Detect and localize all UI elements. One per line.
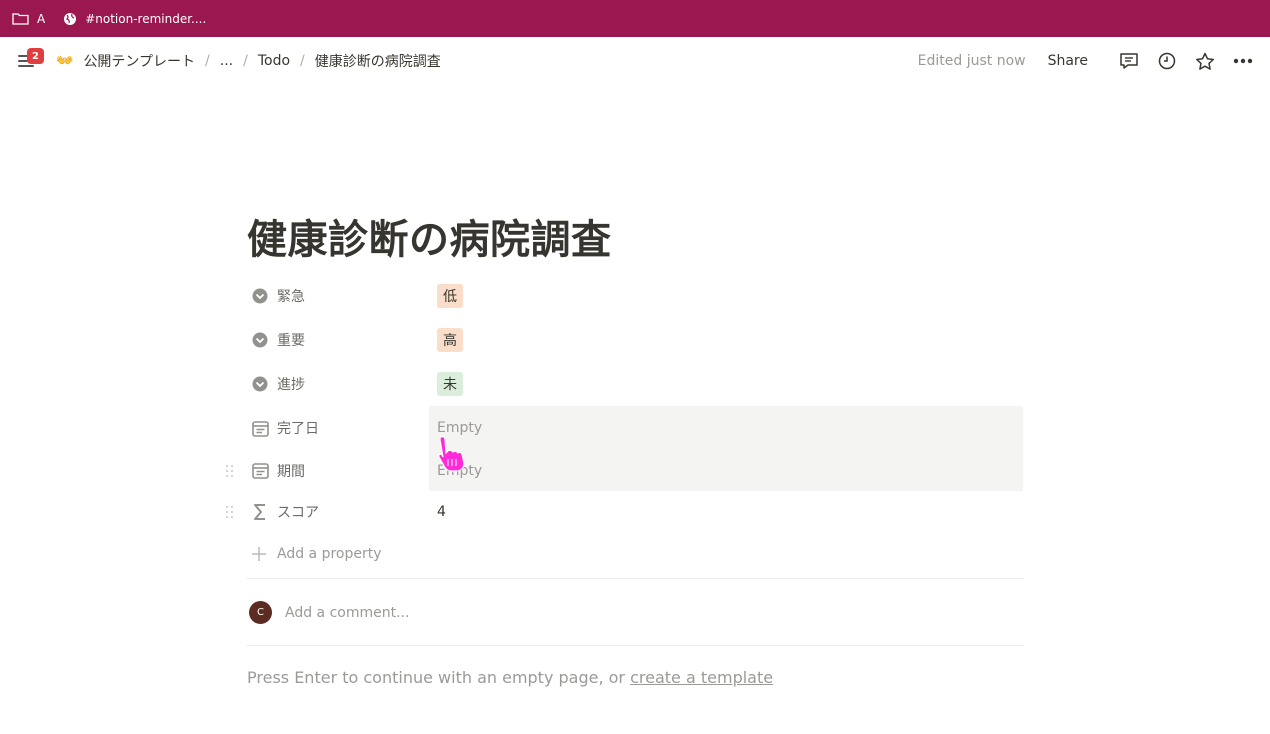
notification-badge: 2 — [27, 48, 44, 64]
divider — [247, 645, 1023, 646]
comment-input[interactable]: Add a comment... — [285, 605, 409, 621]
select-tag: 高 — [437, 328, 463, 352]
property-label: 緊急 — [277, 289, 305, 305]
topbar: 2 👐 公開テンプレート / ... / Todo / 健康診断の病院調査 Ed… — [0, 37, 1270, 85]
bookmark-link[interactable]: #notion-reminder.... — [63, 12, 206, 26]
divider — [247, 578, 1023, 579]
breadcrumb-separator: / — [300, 53, 305, 69]
add-property-button[interactable]: Add a property — [247, 532, 1023, 576]
property-value[interactable]: 4 — [429, 491, 1023, 532]
breadcrumb-item-todo[interactable]: Todo — [254, 51, 294, 71]
property-row-period: 期間 Empty — [226, 450, 1023, 491]
edited-status: Edited just now — [917, 53, 1026, 69]
property-label: 進捗 — [277, 377, 305, 393]
calendar-icon — [251, 462, 269, 480]
property-label: 重要 — [277, 333, 305, 349]
create-template-link[interactable]: create a template — [630, 668, 773, 687]
property-name[interactable]: 進捗 — [247, 374, 429, 394]
property-row-completion-date: 完了日 Empty — [247, 406, 1023, 450]
breadcrumb: 👐 公開テンプレート / ... / Todo / 健康診断の病院調査 — [56, 37, 445, 85]
folder-icon — [12, 13, 29, 25]
hand-pointer-cursor-icon — [438, 436, 465, 472]
comment-composer[interactable]: C Add a comment... — [249, 601, 409, 624]
sigma-icon — [251, 503, 269, 521]
select-tag: 未 — [437, 372, 463, 396]
history-button[interactable] — [1152, 46, 1182, 76]
property-name[interactable]: 重要 — [247, 330, 429, 350]
empty-page-hint: Press Enter to continue with an empty pa… — [247, 668, 773, 687]
select-tag: 低 — [437, 284, 463, 308]
property-value[interactable]: 未 — [429, 362, 1023, 406]
property-label: 期間 — [277, 463, 305, 480]
property-value[interactable]: 低 — [429, 274, 1023, 318]
bookmark-label: A — [37, 11, 46, 26]
breadcrumb-item-ellipsis[interactable]: ... — [216, 51, 237, 71]
plus-icon — [252, 547, 266, 561]
property-name[interactable]: 期間 — [247, 461, 429, 481]
add-property-label: Add a property — [277, 546, 382, 562]
breadcrumb-separator: / — [243, 53, 248, 69]
open-hands-icon: 👐 — [56, 53, 74, 69]
property-name[interactable]: 緊急 — [247, 286, 429, 306]
favorite-button[interactable] — [1190, 46, 1220, 76]
hint-text: Press Enter to continue with an empty pa… — [247, 668, 631, 687]
property-row-urgency: 緊急 低 — [247, 274, 1023, 318]
property-list: 緊急 低 重要 高 進捗 未 完了日 Empty 期間 スコア 4 Add a … — [226, 274, 1023, 576]
calendar-icon — [251, 419, 269, 437]
bookmarks-bar: A #notion-reminder.... — [0, 0, 1270, 37]
bookmark-folder[interactable]: A — [12, 12, 45, 26]
property-label: 完了日 — [277, 421, 319, 437]
property-row-importance: 重要 高 — [247, 318, 1023, 362]
property-value[interactable]: Empty — [429, 406, 1023, 450]
globe-icon — [64, 12, 77, 25]
drag-handle-icon[interactable] — [225, 464, 235, 478]
select-icon — [251, 331, 269, 349]
property-value[interactable]: Empty — [429, 450, 1023, 491]
more-horizontal-icon — [1233, 58, 1253, 64]
clock-icon — [1158, 52, 1176, 70]
share-button[interactable]: Share — [1048, 53, 1088, 69]
comment-icon — [1120, 53, 1138, 69]
avatar: C — [249, 601, 272, 624]
breadcrumb-item-templates[interactable]: 公開テンプレート — [79, 49, 199, 73]
more-options-button[interactable] — [1228, 46, 1258, 76]
select-icon — [251, 287, 269, 305]
breadcrumb-item-current-page[interactable]: 健康診断の病院調査 — [311, 49, 445, 73]
property-name[interactable]: スコア — [247, 502, 429, 522]
breadcrumb-separator: / — [205, 53, 210, 69]
comments-button[interactable] — [1114, 46, 1144, 76]
bookmark-label: #notion-reminder.... — [85, 11, 207, 26]
property-value[interactable]: 高 — [429, 318, 1023, 362]
property-name[interactable]: 完了日 — [247, 418, 429, 438]
page-title[interactable]: 健康診断の病院調査 — [247, 207, 612, 265]
select-icon — [251, 375, 269, 393]
topbar-actions: Edited just now Share — [918, 37, 1258, 85]
property-row-progress: 進捗 未 — [247, 362, 1023, 406]
property-row-score: スコア 4 — [226, 491, 1023, 532]
menu-icon-bar — [18, 65, 34, 67]
formula-value: 4 — [437, 503, 446, 520]
property-label: スコア — [277, 504, 319, 521]
drag-handle-icon[interactable] — [225, 505, 235, 519]
star-icon — [1196, 52, 1214, 70]
